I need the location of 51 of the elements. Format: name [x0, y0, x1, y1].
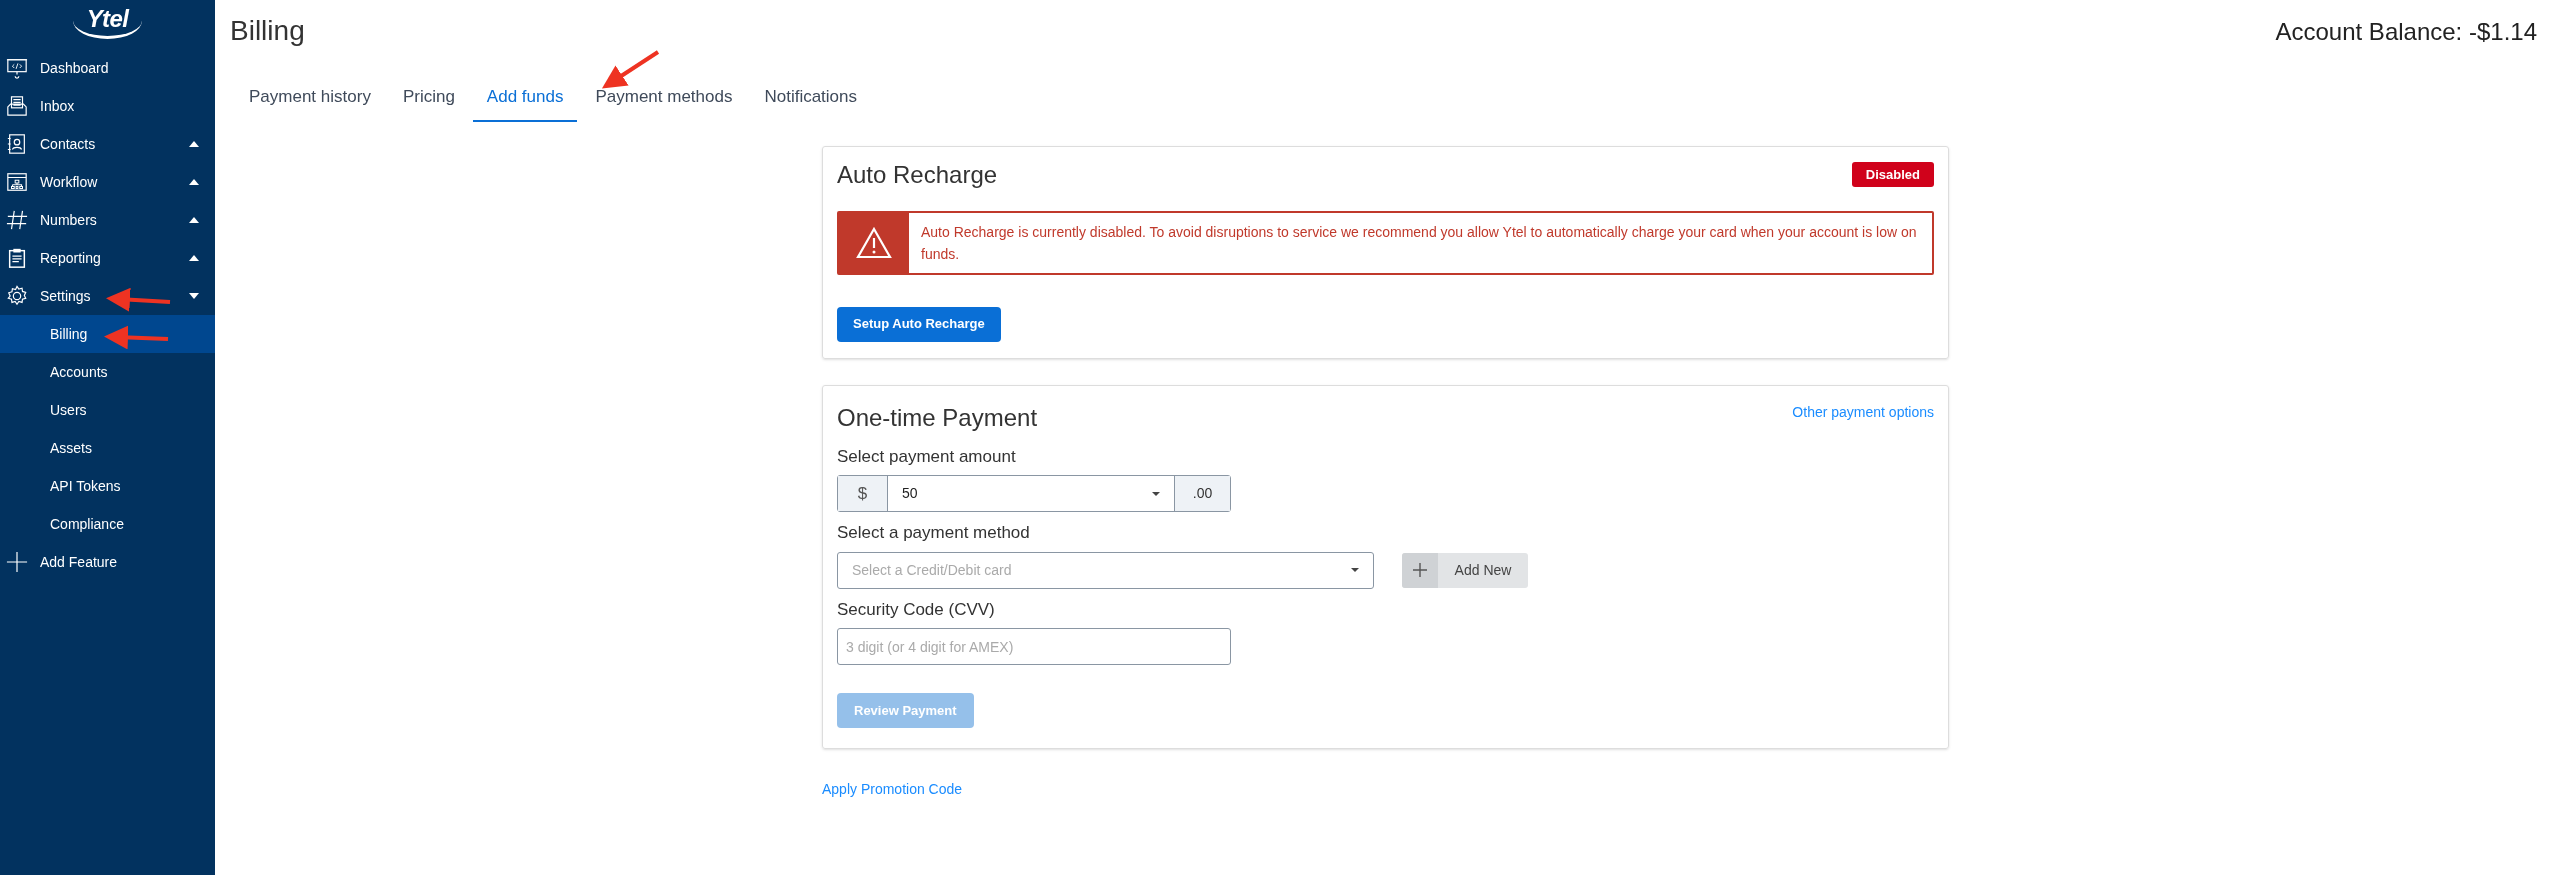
- sidebar-subitem[interactable]: API Tokens: [0, 467, 215, 505]
- tab[interactable]: Notifications: [750, 84, 872, 122]
- tab[interactable]: Pricing: [388, 84, 469, 122]
- field-label: Select payment amount: [837, 445, 1017, 468]
- plus-icon: [1413, 563, 1427, 577]
- sidebar-item[interactable]: Numbers: [0, 201, 215, 239]
- card-title: Auto Recharge: [837, 159, 998, 190]
- sidebar-item[interactable]: Settings: [0, 277, 215, 315]
- plus-icon: [6, 551, 28, 573]
- presentation-board-icon: [6, 57, 28, 79]
- annotation-arrow: [106, 287, 171, 312]
- annotation-arrow: [104, 325, 169, 350]
- tab[interactable]: Add funds: [472, 84, 578, 122]
- sidebar-subitem[interactable]: Billing: [0, 315, 215, 353]
- browser-window-icon: [6, 171, 28, 193]
- tab[interactable]: Payment history: [235, 84, 385, 122]
- sidebar-item[interactable]: Inbox: [0, 87, 215, 125]
- warning-icon: [856, 226, 892, 259]
- field-label: Security Code (CVV): [837, 598, 996, 621]
- caret-icon[interactable]: [189, 141, 199, 147]
- sidebar-item[interactable]: Reporting: [0, 239, 215, 277]
- sidebar-subitem[interactable]: Accounts: [0, 353, 215, 391]
- status-badge: Disabled: [1851, 161, 1934, 188]
- sidebar-item[interactable]: Add Feature: [0, 543, 215, 581]
- alert-message: Auto Recharge is currently disabled. To avoid disruptions to service we recommend you allow Ytel to automatically charge your card when your account is low on funds.: [920, 222, 1918, 264]
- hash-icon: [6, 209, 28, 231]
- gear-icon: [6, 285, 28, 307]
- sidebar-subitem[interactable]: Compliance: [0, 505, 215, 543]
- caret-icon[interactable]: [189, 217, 199, 223]
- add-new-button[interactable]: Add New: [1402, 552, 1528, 588]
- caret-icon[interactable]: [189, 293, 199, 299]
- address-book-icon: [6, 133, 28, 155]
- sidebar-item[interactable]: Dashboard: [0, 49, 215, 87]
- clipboard-icon: [6, 247, 28, 269]
- card-title: One-time Payment: [837, 402, 1038, 433]
- sidebar-item[interactable]: Workflow: [0, 163, 215, 201]
- field-label: Select a payment method: [837, 522, 1031, 544]
- sidebar-subitem[interactable]: Assets: [0, 429, 215, 467]
- annotation-arrow: [601, 50, 660, 89]
- sidebar-item[interactable]: Contacts: [0, 125, 215, 163]
- inbox-tray-icon: [6, 95, 28, 117]
- caret-icon[interactable]: [189, 255, 199, 261]
- tab[interactable]: Payment methods: [581, 84, 747, 122]
- logo[interactable]: Ytel: [72, 2, 143, 39]
- sidebar-subitem[interactable]: Users: [0, 391, 215, 429]
- caret-icon[interactable]: [189, 179, 199, 185]
- setup-auto-recharge-button[interactable]: Setup Auto Recharge: [837, 306, 1001, 342]
- caret-icon: [1351, 568, 1359, 572]
- page-title: Billing: [230, 14, 305, 48]
- cvv-input-field[interactable]: 3 digit (or 4 digit for AMEX): [837, 628, 1231, 665]
- account-balance: Account Balance: -$1.14: [2275, 17, 2537, 47]
